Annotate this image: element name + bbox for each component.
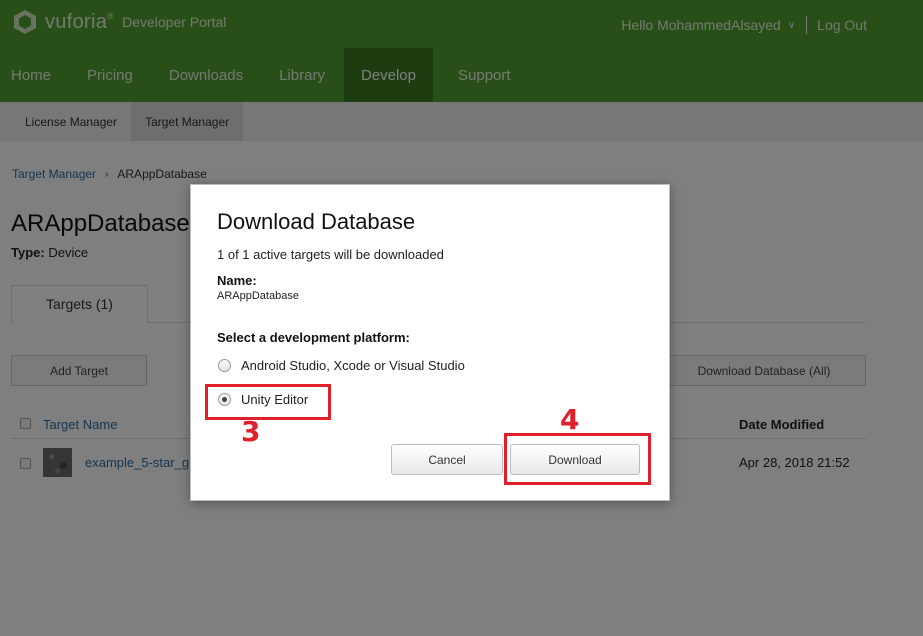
dialog-name-label: Name: — [217, 273, 257, 288]
annotation-step-4: 4 — [560, 403, 580, 436]
platform-select-label: Select a development platform: — [217, 330, 410, 345]
cancel-button[interactable]: Cancel — [391, 444, 503, 475]
platform-option-label: Android Studio, Xcode or Visual Studio — [241, 358, 465, 373]
dialog-info-text: 1 of 1 active targets will be downloaded — [217, 247, 444, 262]
annotation-box-step-4 — [504, 433, 651, 485]
annotation-step-3: 3 — [241, 415, 261, 448]
dialog-name-value: ARAppDatabase — [217, 290, 299, 302]
platform-option-android-xcode-vs[interactable]: Android Studio, Xcode or Visual Studio — [218, 358, 465, 373]
dialog-title: Download Database — [217, 209, 416, 234]
radio-button[interactable] — [218, 359, 231, 372]
annotation-box-step-3 — [205, 384, 331, 420]
